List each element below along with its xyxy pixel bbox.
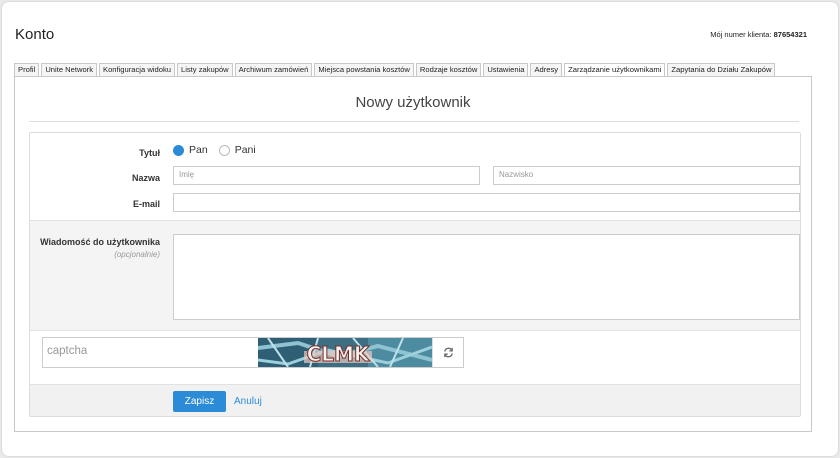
email-label: E-mail [132, 199, 160, 209]
last-name-input[interactable]: Nazwisko [493, 166, 800, 185]
client-number-label: Mój numer klienta: [710, 30, 772, 39]
first-name-input[interactable]: Imię [173, 166, 480, 185]
captcha-graphic: CLMK [258, 338, 432, 367]
captcha-refresh-icon[interactable] [432, 338, 463, 367]
form-actions: Zapisz Anuluj [30, 384, 800, 416]
tab-addresses[interactable]: Adresy [530, 63, 563, 76]
radio-pani-label[interactable]: Pani [235, 144, 256, 156]
form-title: Nowy użytkownik [355, 94, 471, 111]
title-label: Tytuł [139, 148, 160, 158]
tab-profil[interactable]: Profil [14, 63, 40, 76]
tab-settings[interactable]: Ustawienia [483, 63, 529, 76]
tab-unite-network[interactable]: Unite Network [41, 63, 97, 76]
message-section: Wiadomość do użytkownika (opcjonalnie) [30, 220, 800, 331]
message-textarea[interactable] [173, 234, 800, 320]
tab-view-configuration[interactable]: Konfiguracja widoku [99, 63, 175, 76]
captcha-group: captcha CLMK [42, 337, 464, 368]
email-input[interactable] [173, 193, 800, 212]
radio-pan-label[interactable]: Pan [189, 144, 208, 156]
title-radio-group: Pan Pani [173, 144, 267, 156]
tab-cost-centers[interactable]: Miejsca powstania kosztów [314, 63, 414, 76]
account-tabs: Profil Unite Network Konfiguracja widoku… [14, 63, 812, 76]
message-hint: (opcjonalnie) [114, 250, 160, 259]
tab-cost-types[interactable]: Rodzaje kosztów [415, 63, 482, 76]
new-user-form: Tytuł Pan Pani Nazwa Imię Nazwisko E-mai… [29, 132, 801, 417]
tab-order-archive[interactable]: Archiwum zamówień [234, 63, 313, 76]
save-button[interactable]: Zapisz [173, 391, 226, 412]
title-divider [29, 121, 799, 122]
client-number-value: 87654321 [773, 30, 807, 39]
tab-shopping-lists[interactable]: Listy zakupów [176, 63, 233, 76]
name-label: Nazwa [131, 173, 160, 183]
tab-user-management[interactable]: Zarządzanie użytkownikami [564, 63, 666, 76]
captcha-image: CLMK [258, 338, 432, 367]
message-label: Wiadomość do użytkownika [40, 237, 160, 247]
page-title: Konto [15, 26, 55, 43]
cancel-link[interactable]: Anuluj [234, 396, 262, 407]
captcha-input[interactable]: captcha [43, 338, 258, 367]
radio-pani[interactable] [218, 144, 230, 156]
refresh-icon [443, 347, 453, 358]
tab-content: Nowy użytkownik Tytuł Pan Pani Nazwa Imi… [14, 76, 812, 432]
tab-purchasing-requests[interactable]: Zapytania do Działu Zakupów [667, 63, 776, 76]
client-number-info: Mój numer klienta: 87654321 [710, 30, 807, 39]
captcha-text: CLMK [307, 342, 371, 366]
account-window: Konto Mój numer klienta: 87654321 Profil… [1, 1, 839, 457]
radio-pan[interactable] [173, 144, 184, 156]
